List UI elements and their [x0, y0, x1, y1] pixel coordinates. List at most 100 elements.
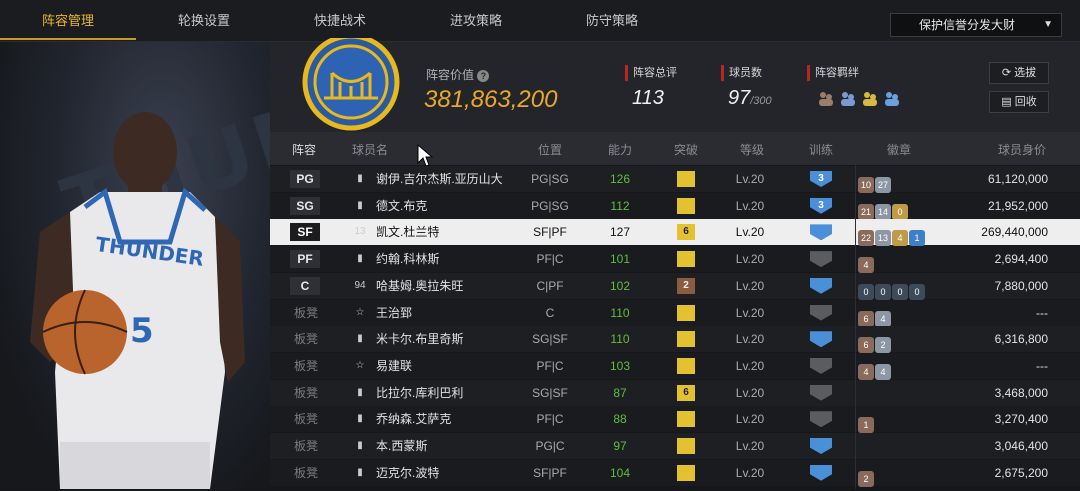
col-ability[interactable]: 能力: [608, 141, 632, 158]
badge-list[interactable]: 0000: [858, 278, 926, 300]
badge-list[interactable]: 10 27: [858, 171, 892, 193]
table-row[interactable]: 板凳 ▮ 米卡尔.布里奇斯 SG|SF 110 Lv.20 6 2 6,316,800: [270, 326, 1080, 354]
tab-offense[interactable]: 进攻策略: [408, 10, 544, 40]
training-icon[interactable]: [810, 411, 832, 428]
col-lineup[interactable]: 阵容: [292, 141, 316, 158]
breakthrough-icon[interactable]: [677, 411, 695, 428]
training-icon[interactable]: [810, 357, 832, 374]
training-icon[interactable]: [810, 277, 832, 294]
tab-rotation[interactable]: 轮换设置: [136, 10, 272, 40]
player-position: SG|SF: [532, 385, 568, 400]
badge-list[interactable]: 62: [858, 331, 892, 354]
table-row[interactable]: 板凳 ▮ 迈克尔.波特 SF|PF 104 Lv.20 2 2,675,200: [270, 459, 1080, 487]
badge-list[interactable]: 64: [858, 305, 892, 327]
help-icon[interactable]: ?: [477, 70, 490, 82]
table-row[interactable]: 板凳 ▮ 比拉尔.库利巴利 SG|SF 87 6 Lv.20 3,468,000: [270, 379, 1080, 406]
badge-icon: 4: [892, 230, 908, 247]
training-icon[interactable]: [810, 384, 832, 401]
player-name[interactable]: 乔纳森.艾萨克: [376, 406, 451, 432]
player-name[interactable]: 易建联: [376, 353, 412, 379]
badge-icon: 4: [858, 257, 874, 274]
breakthrough-icon[interactable]: [677, 251, 695, 268]
player-name[interactable]: 王治郅: [376, 300, 412, 326]
player-name[interactable]: 米卡尔.布里奇斯: [376, 326, 463, 352]
select-button[interactable]: ⟳ 选拔: [989, 62, 1049, 84]
bond-icons[interactable]: [815, 89, 905, 109]
table-row[interactable]: SF 13 凯文.杜兰特 SF|PF 127 6 Lv.20 22 13 4 1 269,440,00…: [270, 219, 1080, 247]
jersey-number: 13: [354, 226, 366, 238]
lineup-summary-header: 阵容价值 ? 381,863,200 阵容总评 113 球员数 97/300 阵…: [270, 38, 1080, 132]
training-icon[interactable]: 3: [810, 171, 832, 187]
table-row[interactable]: 板凳 ☆ 易建联 PF|C 103 Lv.20 4 4 ---: [270, 352, 1080, 380]
lineup-value: 381,863,200: [424, 86, 558, 113]
badge-list[interactable]: 2: [858, 465, 875, 487]
table-row[interactable]: SG ▮ 德文.布克 PG|SG 112 Lv.20 3 21 14 0 21,952,000: [270, 192, 1080, 220]
badge-list[interactable]: 44: [858, 358, 892, 380]
col-breakthrough[interactable]: 突破: [674, 141, 698, 158]
signal-bars-icon: ▮: [357, 413, 363, 425]
breakthrough-icon[interactable]: 2: [677, 277, 695, 294]
player-name[interactable]: 约翰.科林斯: [376, 246, 439, 272]
breakthrough-icon[interactable]: [677, 197, 695, 214]
player-level: Lv.20: [735, 172, 765, 186]
table-row[interactable]: 板凳 ▮ 乔纳森.艾萨克 PF|C 88 Lv.20 1 3,270,400: [270, 406, 1080, 434]
table-header: 阵容 球员名 位置 能力 突破 等级 训练 徽章 球员身价: [270, 132, 1080, 167]
recycle-button[interactable]: ▤ 回收: [989, 91, 1049, 113]
training-icon[interactable]: [810, 304, 832, 321]
player-worth: 269,440,000: [981, 225, 1048, 240]
document-icon: ▤: [1001, 96, 1012, 108]
breakthrough-icon[interactable]: [677, 331, 695, 348]
player-position: SF|PF: [533, 225, 567, 240]
player-name[interactable]: 德文.布克: [376, 193, 427, 219]
player-name[interactable]: 哈基姆.奥拉朱旺: [376, 273, 463, 299]
col-player-worth[interactable]: 球员身价: [998, 141, 1046, 158]
table-row[interactable]: PG ▮ 谢伊.吉尔杰斯.亚历山大 PG|SG 126 Lv.20 3 10 27 61,120,…: [270, 166, 1080, 193]
player-name[interactable]: 凯文.杜兰特: [376, 219, 439, 245]
breakthrough-icon[interactable]: [677, 171, 695, 187]
breakthrough-icon[interactable]: [677, 438, 695, 454]
svg-text:5: 5: [130, 311, 154, 351]
breakthrough-icon[interactable]: [677, 464, 695, 481]
breakthrough-icon[interactable]: 6: [677, 224, 695, 241]
training-icon[interactable]: [810, 251, 832, 268]
col-position[interactable]: 位置: [538, 141, 562, 158]
badge-icon: 6: [858, 337, 874, 354]
table-row[interactable]: PF ▮ 约翰.科林斯 PF|C 101 Lv.20 4 2,694,400: [270, 246, 1080, 274]
training-icon[interactable]: [810, 331, 832, 348]
col-level[interactable]: 等级: [740, 141, 764, 158]
player-level: Lv.20: [735, 385, 765, 400]
lineup-select-dropdown[interactable]: 保护信誉分发大财 ▼: [890, 13, 1062, 37]
badge-list[interactable]: 21 14 0: [858, 198, 909, 220]
col-training[interactable]: 训练: [809, 141, 833, 158]
col-badges[interactable]: 徽章: [887, 141, 911, 158]
player-name[interactable]: 迈克尔.波特: [376, 460, 439, 486]
player-ability: 110: [610, 332, 630, 347]
player-name[interactable]: 本.西蒙斯: [376, 433, 427, 459]
player-name[interactable]: 谢伊.吉尔杰斯.亚历山大: [376, 166, 503, 192]
badge-list[interactable]: 1: [858, 411, 875, 434]
col-player-name[interactable]: 球员名: [352, 141, 388, 158]
signal-bars-icon: ▮: [357, 440, 363, 451]
badge-list[interactable]: 4: [858, 251, 875, 274]
training-icon[interactable]: [810, 438, 832, 454]
breakthrough-icon[interactable]: [677, 357, 695, 374]
table-row[interactable]: 板凳 ▮ 本.西蒙斯 PG|C 97 Lv.20 3,046,400: [270, 433, 1080, 459]
training-icon[interactable]: [810, 224, 832, 241]
tab-quick-tactics[interactable]: 快捷战术: [272, 10, 408, 40]
table-row[interactable]: 板凳 ☆ 王治郅 C 110 Lv.20 6 4 ---: [270, 299, 1080, 327]
player-level: Lv.20: [735, 225, 765, 240]
player-worth: 61,120,000: [987, 172, 1048, 186]
training-icon[interactable]: [810, 464, 832, 481]
lineup-rating-label: 阵容总评: [625, 65, 677, 81]
training-icon[interactable]: 3: [810, 197, 832, 214]
tab-lineup[interactable]: 阵容管理: [0, 10, 136, 40]
player-ability: 112: [610, 198, 630, 213]
badge-list[interactable]: 22 13 4 1: [858, 224, 926, 247]
breakthrough-icon[interactable]: 6: [677, 384, 695, 401]
slot-label: 板凳: [294, 439, 319, 453]
player-name[interactable]: 比拉尔.库利巴利: [376, 380, 463, 406]
dropdown-value: 保护信誉分发大财: [919, 18, 1016, 32]
table-row[interactable]: C 94 哈基姆.奥拉朱旺 C|PF 102 2 Lv.20 0 0 0 0 7,880,000: [270, 272, 1080, 300]
breakthrough-icon[interactable]: [677, 304, 695, 321]
tab-defense[interactable]: 防守策略: [544, 10, 680, 40]
